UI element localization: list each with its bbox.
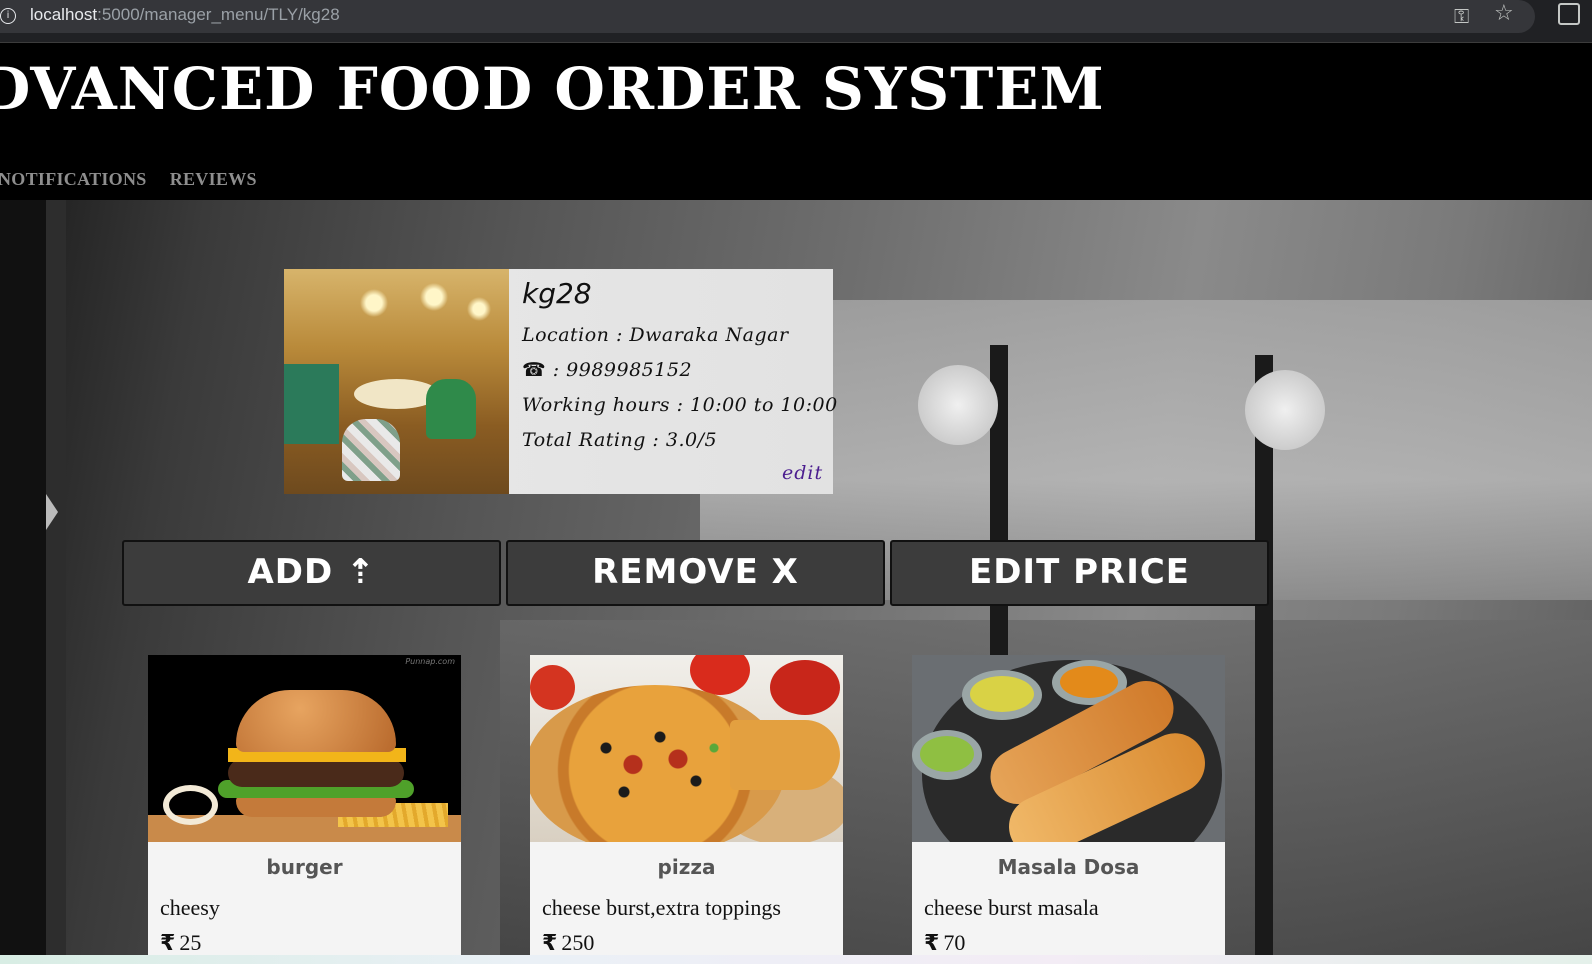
phone-number: : 9989985152 <box>546 359 693 381</box>
site-info-icon[interactable]: i <box>0 8 16 24</box>
restaurant-rating: Total Rating : 3.0/5 <box>522 429 718 451</box>
background-lamp <box>1245 370 1325 450</box>
background-pillar <box>0 200 46 955</box>
menu-item-image <box>530 655 843 842</box>
background-lamp <box>918 365 998 445</box>
img-bowl <box>912 730 982 780</box>
img-patty <box>228 759 404 787</box>
window-bottom-strip <box>0 955 1592 964</box>
rupee-icon: ₹ <box>160 931 176 955</box>
browser-toolbar: i localhost:5000/manager_menu/TLY/kg28 ⚿… <box>0 0 1592 42</box>
img-onion <box>163 785 218 825</box>
main-nav: NOTIFICATIONS REVIEWS <box>0 169 257 190</box>
menu-item-price: ₹25 <box>160 930 201 955</box>
menu-item-image: Punnap.com <box>148 655 461 842</box>
img-tomato <box>690 655 750 695</box>
photo-lights <box>344 279 494 339</box>
restaurant-location: Location : Dwaraka Nagar <box>522 324 789 346</box>
key-icon[interactable]: ⚿ <box>1454 4 1469 28</box>
restaurant-photo <box>284 269 509 494</box>
main-content: kg28 Location : Dwaraka Nagar ☎ : 998998… <box>0 200 1592 955</box>
menu-item-card[interactable]: pizza cheese burst,extra toppings ₹250 <box>530 655 843 955</box>
menu-item-name: Masala Dosa <box>997 855 1140 879</box>
menu-item-description: cheese burst,extra toppings <box>542 895 781 920</box>
img-pizza-slice <box>730 720 840 790</box>
restaurant-working-hours: Working hours : 10:00 to 10:00 <box>522 394 838 416</box>
site-title: DVANCED FOOD ORDER SYSTEM <box>0 55 1105 123</box>
menu-item-name: burger <box>266 855 343 879</box>
img-bowl <box>962 670 1042 720</box>
img-tomato <box>530 665 575 710</box>
edit-price-button[interactable]: EDIT PRICE <box>890 540 1269 606</box>
url-path: :5000/manager_menu/TLY/kg28 <box>97 5 340 24</box>
img-toppings <box>570 715 750 825</box>
menu-item-card[interactable]: Punnap.com burger cheesy ₹25 <box>148 655 461 955</box>
menu-item-price: ₹250 <box>542 930 594 955</box>
restaurant-info-card: kg28 Location : Dwaraka Nagar ☎ : 998998… <box>284 269 837 494</box>
menu-item-description: cheesy <box>160 895 220 920</box>
url-host: localhost <box>30 5 98 24</box>
restaurant-name: kg28 <box>522 277 592 310</box>
menu-item-name: pizza <box>657 855 716 879</box>
img-bun-top <box>236 690 396 752</box>
img-bun-bottom <box>236 795 396 817</box>
phone-icon: ☎ <box>522 359 547 381</box>
menu-item-image <box>912 655 1225 842</box>
rupee-icon: ₹ <box>924 931 940 955</box>
nav-reviews[interactable]: REVIEWS <box>170 169 257 190</box>
sidebar-toggle-arrow-icon[interactable] <box>46 494 58 530</box>
price-value: 25 <box>179 930 202 955</box>
remove-item-button[interactable]: REMOVE X <box>506 540 885 606</box>
background-pillar-edge <box>46 200 66 955</box>
menu-item-price: ₹70 <box>924 930 965 955</box>
photo-booth <box>284 364 339 444</box>
extensions-icon[interactable] <box>1558 3 1580 25</box>
image-watermark: Punnap.com <box>405 657 455 666</box>
address-bar[interactable]: i localhost:5000/manager_menu/TLY/kg28 ⚿… <box>0 0 1535 33</box>
menu-item-description: cheese burst masala <box>924 895 1099 920</box>
photo-chair <box>426 379 476 439</box>
price-value: 250 <box>561 930 595 955</box>
nav-notifications[interactable]: NOTIFICATIONS <box>0 169 147 190</box>
add-item-button[interactable]: ADD ⇡ <box>122 540 501 606</box>
price-value: 70 <box>943 930 966 955</box>
img-tomato <box>770 660 840 715</box>
restaurant-phone: ☎ : 9989985152 <box>522 359 692 381</box>
site-header: DVANCED FOOD ORDER SYSTEM NOTIFICATIONS … <box>0 43 1592 200</box>
url-text[interactable]: localhost:5000/manager_menu/TLY/kg28 <box>30 5 340 25</box>
star-icon[interactable]: ☆ <box>1494 1 1514 26</box>
rupee-icon: ₹ <box>542 931 558 955</box>
edit-restaurant-link[interactable]: edit <box>782 462 823 484</box>
photo-chair <box>342 419 400 481</box>
menu-item-card[interactable]: Masala Dosa cheese burst masala ₹70 <box>912 655 1225 955</box>
